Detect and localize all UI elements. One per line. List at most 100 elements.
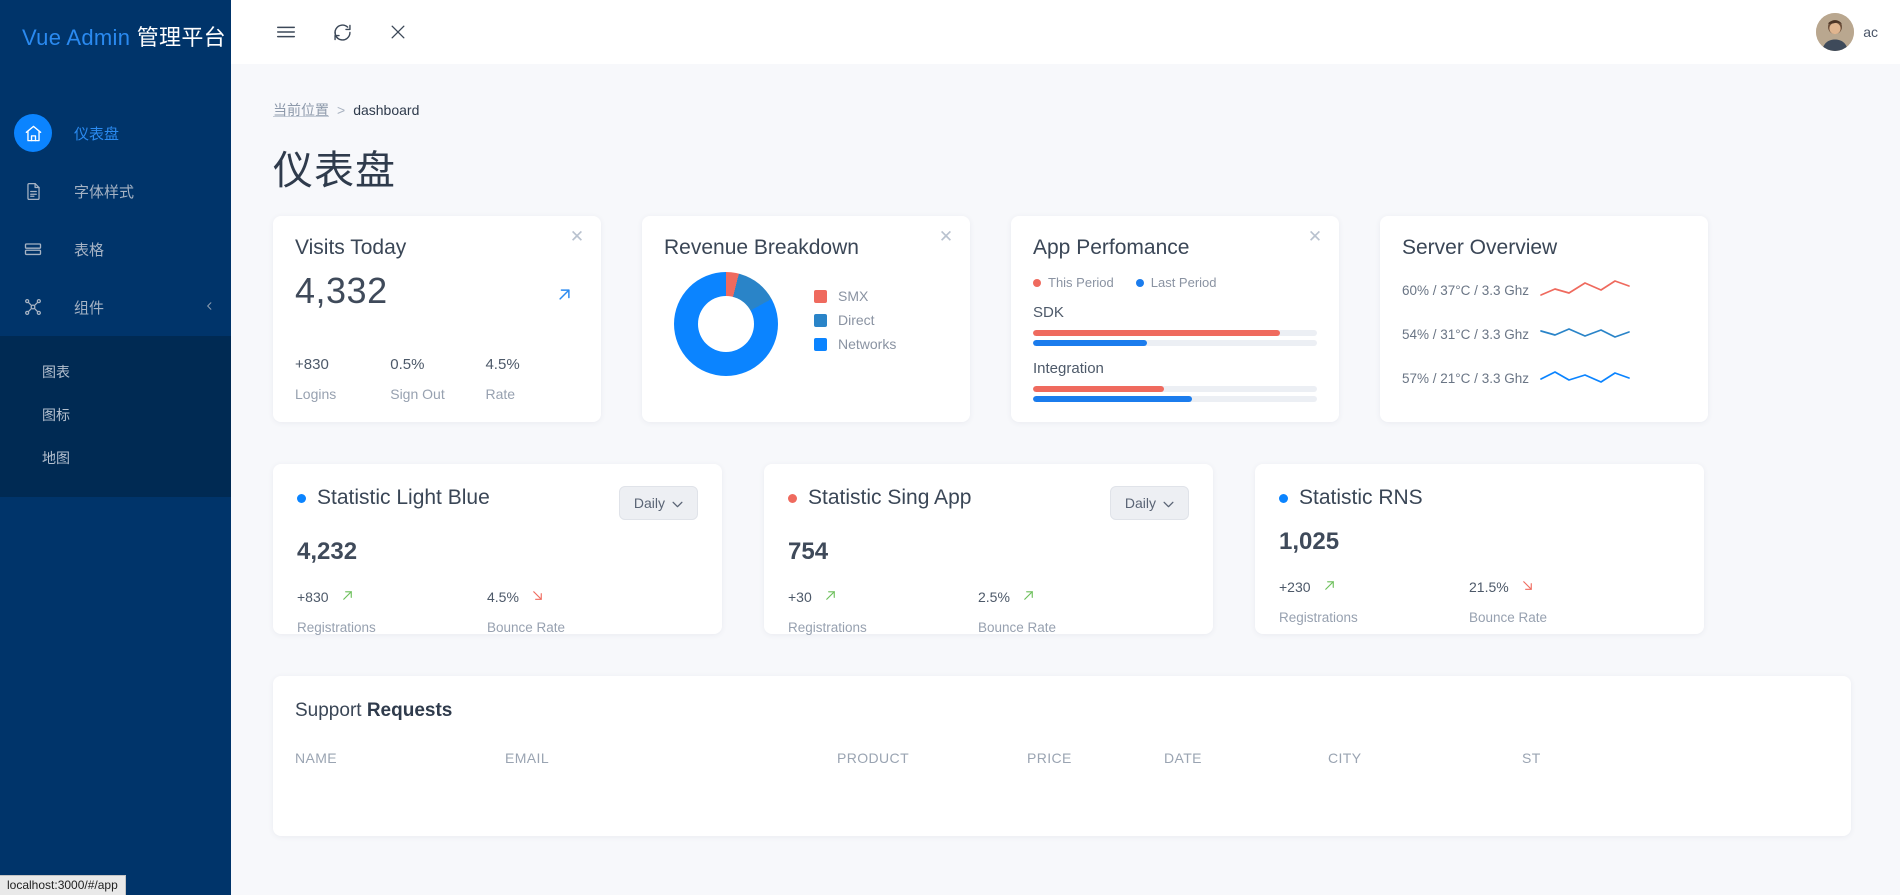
metric-bounce-rate: 21.5% Bounce Rate [1469, 578, 1659, 625]
statistic-title-text: Statistic Light Blue [317, 486, 490, 509]
card-title: Revenue Breakdown [664, 236, 859, 259]
visits-value: 4,332 [295, 270, 388, 311]
status-bar-url: localhost:3000/#/app [0, 875, 126, 895]
refresh-icon[interactable] [327, 17, 357, 47]
sidebar-item-label: 仪表盘 [74, 125, 120, 143]
period-label: Daily [633, 495, 665, 511]
arrow-up-icon [1322, 578, 1337, 596]
performance-legend: This Period Last Period [1033, 275, 1317, 290]
sidebar-nav: 仪表盘 字体样式 表格 组件 图表 图标 地图 [0, 104, 231, 497]
period-dropdown[interactable]: Daily [1109, 486, 1189, 520]
stat-value: +830 [295, 356, 329, 373]
statistic-value: 1,025 [1279, 528, 1340, 555]
status-dot [788, 493, 797, 503]
card-title: Visits Today [295, 236, 407, 259]
card-statistic-light-blue: Statistic Light Blue Daily 4,232 +830 Re… [273, 464, 722, 635]
table-icon [14, 230, 52, 268]
arrow-up-icon [340, 588, 355, 606]
period-label: Daily [1124, 495, 1156, 511]
sidebar-item-components[interactable]: 组件 [0, 278, 231, 336]
sidebar-item-tables[interactable]: 表格 [0, 220, 231, 278]
performance-row-integration: Integration [1033, 360, 1317, 402]
progress-fill [1033, 396, 1193, 402]
legend-label: Networks [838, 336, 897, 352]
top-bar-actions [271, 17, 413, 47]
arrow-down-icon [530, 588, 545, 606]
brand-logo[interactable]: Vue Admin 管理平台 [0, 0, 231, 52]
statistic-header: Statistic RNS [1279, 486, 1680, 510]
legend-dot [1135, 278, 1144, 287]
close-icon[interactable]: ✕ [568, 228, 586, 246]
close-icon[interactable] [383, 17, 413, 47]
stat-label: Rate [485, 386, 516, 402]
card-statistic-sing-app: Statistic Sing App Daily 754 +30 Registr… [764, 464, 1213, 635]
metric-value: +230 [1279, 579, 1311, 595]
donut-chart [674, 272, 778, 376]
metric-value: 2.5% [978, 589, 1010, 605]
sidebar-item-label: 字体样式 [74, 183, 135, 201]
card-support-requests: Support Requests NAME EMAIL PRODUCT PRIC… [273, 676, 1851, 836]
hamburger-icon[interactable] [271, 17, 301, 47]
sidebar: Vue Admin 管理平台 仪表盘 字体样式 表格 组件 图表 图标 地图 l… [0, 0, 231, 895]
support-title: Support Requests [295, 700, 1829, 722]
column-header-price: PRICE [1027, 750, 1072, 766]
page-content: 当前位置 > dashboard 仪表盘 ✕ Visits Today 4,33… [231, 100, 1900, 836]
legend-swatch [814, 313, 827, 327]
card-statistic-rns: Statistic RNS 1,025 +230 Registrations 2… [1255, 464, 1704, 634]
period-dropdown[interactable]: Daily [618, 486, 698, 520]
cards-row-top: ✕ Visits Today 4,332 +830 Logins 0.5% Si… [273, 216, 1900, 422]
legend-item-networks: Networks [814, 336, 896, 352]
server-stats-text: 60% / 37°C / 3.3 Ghz [1402, 283, 1529, 298]
sparkline-icon [1539, 321, 1631, 348]
card-app-performance: ✕ App Perfomance This Period Last Period [1011, 216, 1339, 422]
metric-bounce-rate: 2.5% Bounce Rate [978, 588, 1168, 635]
statistic-title: Statistic Sing App [788, 486, 971, 510]
sidebar-subitem-icons[interactable]: 图标 [0, 393, 231, 436]
progress-track-last-period [1033, 396, 1317, 402]
metric-value-row: +230 [1279, 578, 1469, 596]
statistic-metrics: +830 Registrations 4.5% Bounce Rate [297, 588, 698, 635]
metric-value: 4.5% [487, 589, 519, 605]
metric-registrations: +230 Registrations [1279, 578, 1469, 625]
card-title: Server Overview [1402, 236, 1558, 259]
sidebar-subnav: 图表 图标 地图 [0, 336, 231, 497]
application-root: Vue Admin 管理平台 仪表盘 字体样式 表格 组件 图表 图标 地图 l… [0, 0, 1900, 895]
legend-label: SMX [838, 288, 869, 304]
sidebar-subitem-maps[interactable]: 地图 [0, 436, 231, 479]
close-icon[interactable]: ✕ [937, 228, 955, 246]
sparkline-icon [1539, 365, 1631, 392]
breadcrumb: 当前位置 > dashboard [273, 100, 1900, 120]
metric-value: 21.5% [1469, 579, 1509, 595]
sparkline-icon [1539, 277, 1631, 304]
components-icon [14, 288, 52, 326]
visits-stat-signout: 0.5% Sign Out [390, 356, 485, 402]
stat-value: 4.5% [485, 356, 520, 373]
chevron-down-icon [672, 495, 683, 511]
breadcrumb-page: dashboard [353, 102, 420, 118]
stat-value: 0.5% [390, 356, 425, 373]
visits-stat-rate: 4.5% Rate [485, 356, 580, 402]
sidebar-item-label: 表格 [74, 241, 105, 259]
sidebar-subitem-charts[interactable]: 图表 [0, 350, 231, 393]
breadcrumb-current-location[interactable]: 当前位置 [273, 100, 329, 120]
metric-value-row: +830 [297, 588, 487, 606]
legend-item-this-period: This Period [1033, 275, 1114, 290]
metric-value: +830 [297, 589, 329, 605]
legend-label: Last Period [1150, 275, 1217, 290]
close-icon[interactable]: ✕ [1306, 228, 1324, 246]
metric-label: Bounce Rate [978, 620, 1057, 635]
sidebar-item-dashboard[interactable]: 仪表盘 [0, 104, 231, 162]
metric-value-row: 4.5% [487, 588, 677, 606]
stat-label: Logins [295, 386, 337, 402]
status-dot [1279, 493, 1288, 503]
main-area: ac 当前位置 > dashboard 仪表盘 ✕ Visits Today 4… [231, 0, 1900, 895]
chart-legend: SMX Direct Networks [814, 288, 896, 360]
sidebar-item-typography[interactable]: 字体样式 [0, 162, 231, 220]
statistic-value: 754 [788, 538, 829, 565]
chevron-left-icon[interactable] [204, 299, 215, 315]
user-menu[interactable]: ac [1816, 13, 1878, 51]
support-table-header: NAME EMAIL PRODUCT PRICE DATE CITY ST [295, 750, 1829, 766]
progress-track-this-period [1033, 386, 1317, 392]
cards-row-statistics: Statistic Light Blue Daily 4,232 +830 Re… [273, 464, 1900, 635]
arrow-up-icon [1021, 588, 1036, 606]
